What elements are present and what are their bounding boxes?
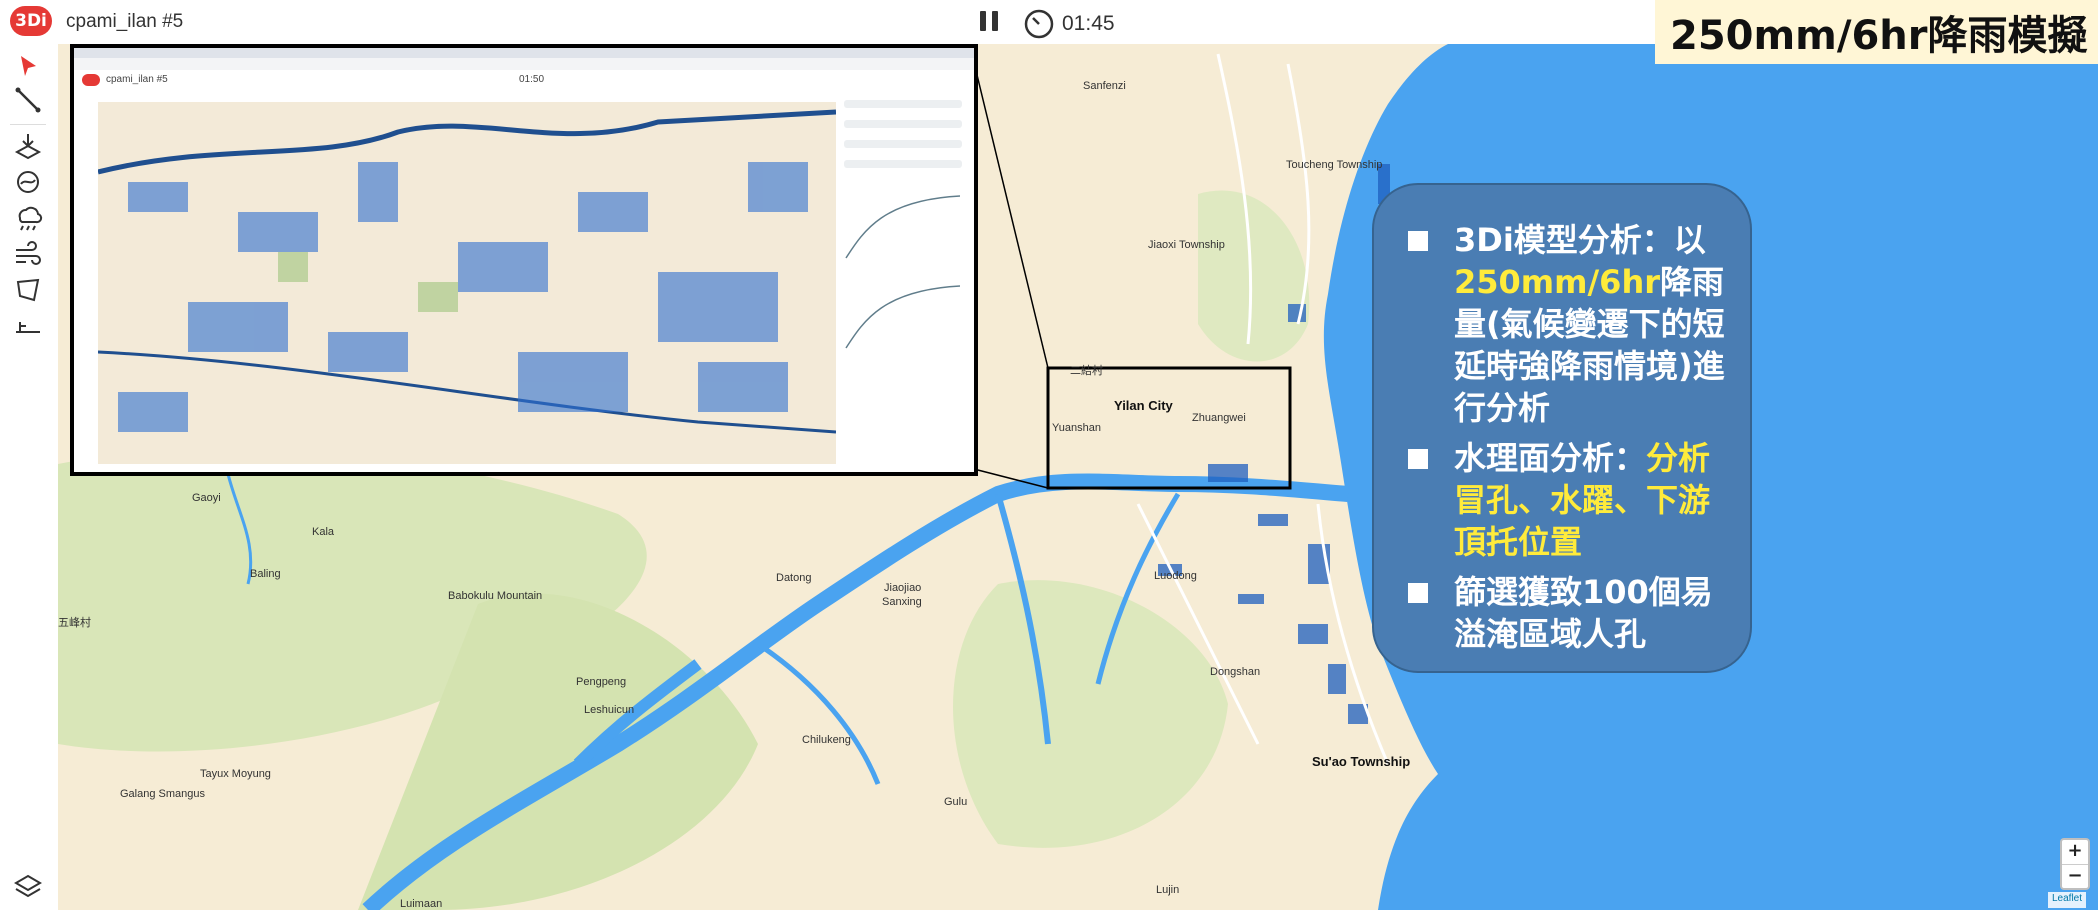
- zoom-control: + −: [2060, 838, 2090, 890]
- pause-button[interactable]: [980, 11, 1000, 33]
- inset-map: [98, 102, 836, 464]
- pause-icon: [980, 11, 986, 31]
- place-label: Lujin: [1156, 884, 1180, 896]
- inset-address-bar: [74, 58, 974, 70]
- place-label: Jiaoxi Township: [1148, 239, 1225, 251]
- info-bullet: 水理面分析：分析冒孔、水躍、下游頂托位置: [1408, 437, 1732, 563]
- bullet-highlight: 250mm/6hr: [1454, 263, 1660, 301]
- polygon-icon[interactable]: [12, 274, 44, 306]
- place-label: Sanfenzi: [1083, 80, 1126, 92]
- bullet-text: 3Di模型分析：以: [1454, 221, 1706, 259]
- bullet-text: 水理面分析：: [1454, 439, 1647, 477]
- simulation-timer: 01:45: [1062, 12, 1115, 35]
- inset-title: cpami_ilan #5: [106, 74, 168, 85]
- inset-timer: 01:50: [519, 74, 545, 85]
- bullet-square-icon: [1408, 583, 1428, 603]
- zoom-out-button[interactable]: −: [2062, 865, 2088, 889]
- breach-icon[interactable]: [12, 310, 44, 342]
- place-label: Luodong: [1154, 570, 1197, 582]
- inset-chart-1: [845, 195, 961, 259]
- place-label: Baling: [250, 568, 281, 580]
- place-label: 二結村: [1070, 365, 1103, 377]
- place-label: Dongshan: [1210, 666, 1261, 678]
- pause-icon-bar: [992, 11, 998, 31]
- model-title: cpami_ilan #5: [66, 11, 184, 32]
- place-label: Jiaojiao: [884, 582, 922, 594]
- place-label: Tayux Moyung: [200, 768, 271, 780]
- inset-browser-tabs: [74, 48, 974, 58]
- place-label: Gaoyi: [192, 492, 221, 504]
- panel-row: [844, 140, 962, 148]
- zoom-in-button[interactable]: +: [2062, 840, 2088, 865]
- panel-row: [844, 160, 962, 168]
- place-label: Luimaan: [400, 898, 443, 910]
- place-label: Zhuangwei: [1192, 412, 1246, 424]
- analysis-info-box: 3Di模型分析：以250mm/6hr降雨量(氣候變遷下的短延時強降雨情境)進行分…: [1372, 183, 1752, 673]
- place-label: Babokulu Mountain: [448, 590, 543, 602]
- place-label: Galang Smangus: [120, 788, 205, 800]
- flow-icon[interactable]: [12, 166, 44, 198]
- wind-icon[interactable]: [12, 238, 44, 270]
- layers-icon[interactable]: [12, 870, 44, 902]
- map-attribution[interactable]: Leaflet: [2048, 892, 2087, 908]
- pointer-icon[interactable]: [12, 50, 44, 82]
- slide-title: 250mm/6hr降雨模擬: [1655, 0, 2098, 64]
- place-label: Sanxing: [882, 596, 922, 608]
- clock-icon: [1024, 9, 1054, 39]
- place-label: Gulu: [944, 796, 968, 808]
- place-label: Kala: [312, 526, 335, 538]
- bullet-square-icon: [1408, 449, 1428, 469]
- place-label: Chilukeng: [802, 734, 851, 746]
- bullet-square-icon: [1408, 231, 1428, 251]
- info-bullet: 3Di模型分析：以250mm/6hr降雨量(氣候變遷下的短延時強降雨情境)進行分…: [1408, 219, 1732, 429]
- place-label: 五峰村: [58, 617, 91, 629]
- inset-chart-2: [845, 285, 961, 349]
- panel-row: [844, 100, 962, 108]
- panel-row: [844, 120, 962, 128]
- toolbar-divider: [10, 124, 46, 125]
- place-label: Pengpeng: [576, 676, 627, 688]
- place-label: Datong: [776, 572, 812, 584]
- app-logo[interactable]: 3Di: [10, 6, 52, 36]
- inset-app-bar: cpami_ilan #5 01:50: [74, 70, 974, 90]
- bullet-text: 篩選獲致100個易溢淹區域人孔: [1454, 573, 1713, 653]
- rain-icon[interactable]: [12, 202, 44, 234]
- inset-logo: [82, 74, 100, 86]
- inset-map-graphics: [98, 109, 836, 434]
- place-label: Toucheng Township: [1286, 159, 1383, 171]
- place-label: Yilan City: [1114, 398, 1173, 413]
- inset-side-panel: [838, 90, 970, 468]
- place-label: Yuanshan: [1052, 422, 1101, 434]
- line-icon[interactable]: [12, 84, 44, 116]
- inset-screenshot: cpami_ilan #5 01:50: [70, 44, 978, 476]
- place-label: Leshuicun: [584, 704, 635, 716]
- info-bullet: 篩選獲致100個易溢淹區域人孔: [1408, 571, 1732, 655]
- place-label: Su'ao Township: [1312, 754, 1411, 769]
- left-toolbar: [0, 44, 58, 910]
- raster-layer-icon[interactable]: [12, 130, 44, 162]
